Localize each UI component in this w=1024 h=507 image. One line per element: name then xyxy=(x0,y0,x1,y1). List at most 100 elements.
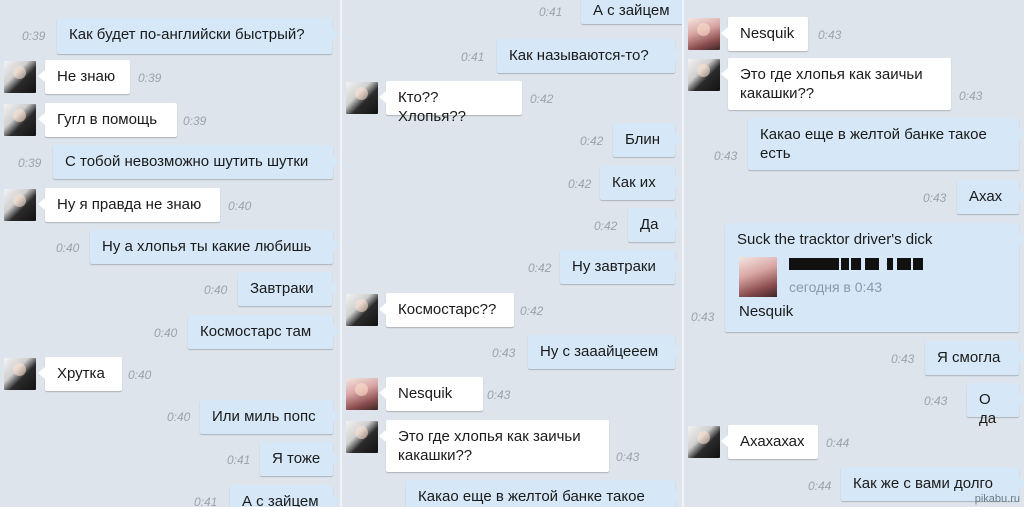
incoming-message[interactable]: Гугл в помощь xyxy=(38,103,177,137)
outgoing-message[interactable]: Как их xyxy=(600,166,682,200)
incoming-message[interactable]: Это где хлопья как заичьи какашки?? xyxy=(721,58,951,110)
outgoing-message[interactable]: Suck the tracktor driver's dick сегодня в… xyxy=(725,223,1024,332)
message-text: А с зайцем xyxy=(242,493,319,507)
outgoing-message[interactable]: Да xyxy=(628,208,682,242)
message-text: Или миль попс xyxy=(212,408,316,425)
avatar[interactable] xyxy=(688,18,720,50)
message-text: Ну а хлопья ты какие любишь xyxy=(102,238,312,255)
message-time: 0:43 xyxy=(492,346,516,360)
message-time: 0:43 xyxy=(691,310,715,324)
outgoing-message[interactable]: А с зайцем xyxy=(581,0,682,24)
outgoing-message[interactable]: Я смогла xyxy=(925,341,1024,375)
message-text: Ну с зааайцееем xyxy=(540,343,659,360)
message-text: Космостарс?? xyxy=(398,301,497,318)
message-text: Какао еще в желтой банке такое есть xyxy=(760,126,987,162)
outgoing-message[interactable]: Завтраки xyxy=(238,272,339,306)
incoming-message[interactable]: Ахахахах xyxy=(721,425,818,459)
message-time: 0:43 xyxy=(923,191,947,205)
avatar[interactable] xyxy=(346,82,378,114)
message-time: 0:42 xyxy=(580,134,604,148)
message-time: 0:44 xyxy=(808,479,832,493)
avatar[interactable] xyxy=(4,189,36,221)
forwarded-message[interactable]: сегодня в 0:43 Nesquik xyxy=(739,257,999,323)
message-time: 0:41 xyxy=(461,50,485,64)
message-time: 0:40 xyxy=(128,368,152,382)
message-text: Suck the tracktor driver's dick xyxy=(737,231,933,248)
message-time: 0:43 xyxy=(714,149,738,163)
message-time: 0:39 xyxy=(22,29,46,43)
message-time: 0:39 xyxy=(183,114,207,128)
outgoing-message[interactable]: С тобой невозможно шутить шутки xyxy=(53,145,340,179)
message-text: О да xyxy=(979,391,997,427)
outgoing-message[interactable]: Как будет по-английски быстрый? xyxy=(57,18,339,54)
message-time: 0:43 xyxy=(616,450,640,464)
message-text: Да xyxy=(640,216,659,233)
message-text: Космостарс там xyxy=(200,323,312,340)
message-text: Хрутка xyxy=(57,365,105,382)
incoming-message[interactable]: Космостарс?? xyxy=(379,293,514,327)
message-text: Как будет по-английски быстрый? xyxy=(69,26,305,43)
outgoing-message[interactable]: Какао еще в желтой банке такое есть xyxy=(748,118,1024,170)
message-text: Как их xyxy=(612,174,656,191)
outgoing-message[interactable]: Космостарс там xyxy=(188,315,340,349)
avatar[interactable] xyxy=(346,378,378,410)
outgoing-message[interactable]: О да xyxy=(967,383,1024,427)
avatar[interactable] xyxy=(688,426,720,458)
incoming-message[interactable]: Это где хлопья как заичьи какашки?? xyxy=(379,420,609,472)
message-text: Ну я правда не знаю xyxy=(57,196,202,213)
avatar[interactable] xyxy=(346,294,378,326)
message-text: Ну завтраки xyxy=(572,258,656,275)
outgoing-message[interactable]: Как называются-то? xyxy=(497,39,682,73)
message-text: Я смогла xyxy=(937,349,1001,366)
incoming-message[interactable]: Nesquik xyxy=(379,377,483,411)
message-time: 0:43 xyxy=(924,394,948,408)
message-text: Кто?? Хлопья?? xyxy=(398,89,467,125)
message-time: 0:42 xyxy=(594,219,618,233)
message-time: 0:40 xyxy=(154,326,178,340)
outgoing-message[interactable]: Ну а хлопья ты какие любишь xyxy=(90,230,340,264)
avatar[interactable] xyxy=(688,59,720,91)
message-text: Nesquik xyxy=(740,25,795,42)
forwarded-date: сегодня в 0:43 xyxy=(789,279,883,295)
message-time: 0:42 xyxy=(528,261,552,275)
outgoing-message[interactable]: Какао еще в желтой банке такое xyxy=(406,480,682,507)
outgoing-message[interactable]: Я тоже xyxy=(260,442,340,476)
message-text: Ахах xyxy=(969,188,1003,205)
outgoing-message[interactable]: А с зайцем xyxy=(230,485,340,507)
outgoing-message[interactable]: Ну с зааайцееем xyxy=(528,335,682,369)
message-time: 0:41 xyxy=(194,495,218,507)
incoming-message[interactable]: Не знаю xyxy=(38,60,130,94)
avatar[interactable] xyxy=(4,61,36,93)
message-time: 0:39 xyxy=(138,71,162,85)
message-text: Это где хлопья как заичьи какашки?? xyxy=(398,428,581,464)
message-text: Какао еще в желтой банке такое xyxy=(418,488,645,505)
message-text: Завтраки xyxy=(250,280,314,297)
incoming-message[interactable]: Nesquik xyxy=(721,17,808,51)
outgoing-message[interactable]: Блин xyxy=(613,123,682,157)
avatar[interactable] xyxy=(4,104,36,136)
message-time: 0:39 xyxy=(18,156,42,170)
incoming-message[interactable]: Хрутка xyxy=(38,357,122,391)
outgoing-message[interactable]: Или миль попс xyxy=(200,400,340,434)
chat-column-2: А с зайцем 0:41 Как называются-то? 0:41 Кто?… xyxy=(342,0,682,507)
outgoing-message[interactable]: Ну завтраки xyxy=(560,250,682,284)
forwarded-text: Nesquik xyxy=(739,303,794,320)
message-time: 0:41 xyxy=(539,5,563,19)
message-text: Это где хлопья как заичьи какашки?? xyxy=(740,66,923,102)
message-time: 0:40 xyxy=(167,410,191,424)
censored-name-bar xyxy=(789,258,923,270)
message-time: 0:40 xyxy=(228,199,252,213)
incoming-message[interactable]: Ну я правда не знаю xyxy=(38,188,220,222)
message-text: Не знаю xyxy=(57,68,116,85)
outgoing-message[interactable]: Ахах xyxy=(957,180,1024,214)
avatar[interactable] xyxy=(4,358,36,390)
chat-column-3: Nesquik 0:43 Это где хлопья как заичьи как… xyxy=(684,0,1024,507)
incoming-message[interactable]: Кто?? Хлопья?? xyxy=(379,81,522,125)
avatar[interactable] xyxy=(346,421,378,453)
message-time: 0:42 xyxy=(520,304,544,318)
message-text: Блин xyxy=(625,131,661,148)
message-time: 0:43 xyxy=(818,28,842,42)
message-text: Как называются-то? xyxy=(509,47,649,64)
chat-column-1: Как будет по-английски быстрый? 0:39 Не зн… xyxy=(0,0,340,507)
message-text: Гугл в помощь xyxy=(57,111,158,128)
